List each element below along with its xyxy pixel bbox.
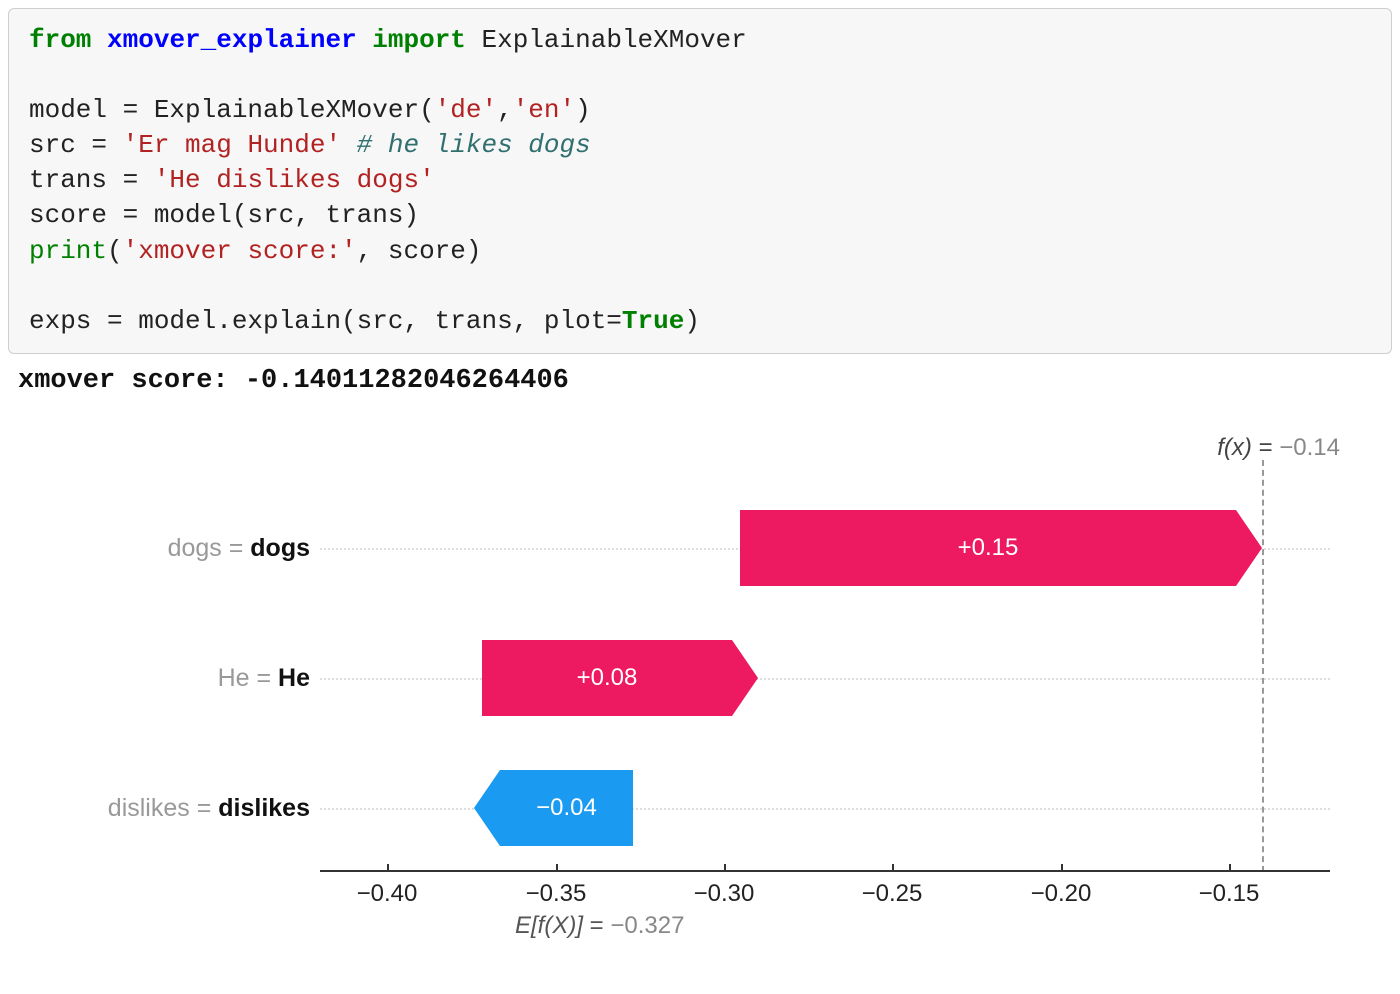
- shap-waterfall-chart: f(x) = −0.14 dogs = dogs +0.15 He = He +…: [20, 426, 1380, 986]
- str-trans: 'He dislikes dogs': [154, 165, 435, 195]
- gridline-row-2: [320, 808, 1330, 810]
- code-cell: from xmover_explainer import Explainable…: [8, 8, 1392, 354]
- ef-label: E[f(X)] = −0.327: [515, 912, 684, 940]
- builtin-print: print: [29, 236, 107, 266]
- module-name: xmover_explainer: [107, 25, 357, 55]
- arrow-dislikes: [474, 770, 500, 846]
- code-line-model: model = ExplainableXMover(: [29, 95, 435, 125]
- x-axis: −0.40 −0.35 −0.30 −0.25 −0.20 −0.15: [320, 870, 1330, 872]
- kw-import: import: [372, 25, 466, 55]
- tick: [387, 864, 389, 872]
- arrow-dogs: [1236, 510, 1262, 586]
- code-line-score: score = model(src, trans): [29, 200, 419, 230]
- code-line-trans-lhs: trans =: [29, 165, 154, 195]
- tick: [1061, 864, 1063, 872]
- tick-label: −0.25: [862, 880, 923, 908]
- fx-vertical-line: [1262, 460, 1264, 872]
- stdout-output: xmover score: -0.14011282046264406: [0, 354, 1400, 396]
- code-line-src-lhs: src =: [29, 130, 123, 160]
- str-de: 'de': [435, 95, 497, 125]
- comment-src: # he likes dogs: [341, 130, 591, 160]
- code-line-exps-lhs: exps = model.explain(src, trans, plot=: [29, 306, 622, 336]
- tick: [1229, 864, 1231, 872]
- tick-label: −0.35: [526, 880, 587, 908]
- row-label-he: He = He: [20, 664, 310, 693]
- bar-value-dogs: +0.15: [958, 534, 1019, 562]
- bar-dislikes: −0.04: [500, 770, 633, 846]
- kw-from: from: [29, 25, 91, 55]
- tick-label: −0.40: [357, 880, 418, 908]
- str-src: 'Er mag Hunde': [123, 130, 341, 160]
- row-label-dislikes: dislikes = dislikes: [20, 794, 310, 823]
- bar-dogs: +0.15: [740, 510, 1236, 586]
- str-en: 'en': [513, 95, 575, 125]
- bar-he: +0.08: [482, 640, 732, 716]
- bool-true: True: [622, 306, 684, 336]
- tick: [556, 864, 558, 872]
- tick: [724, 864, 726, 872]
- bar-value-he: +0.08: [577, 664, 638, 692]
- fx-label: f(x) = −0.14: [1217, 434, 1340, 462]
- class-name: ExplainableXMover: [482, 25, 747, 55]
- row-label-dogs: dogs = dogs: [20, 534, 310, 563]
- arrow-he: [732, 640, 758, 716]
- tick: [892, 864, 894, 872]
- str-print: 'xmover score:': [123, 236, 357, 266]
- gridline-row-1: [320, 678, 1330, 680]
- tick-label: −0.20: [1031, 880, 1092, 908]
- tick-label: −0.30: [694, 880, 755, 908]
- tick-label: −0.15: [1199, 880, 1260, 908]
- bar-value-dislikes: −0.04: [536, 794, 597, 822]
